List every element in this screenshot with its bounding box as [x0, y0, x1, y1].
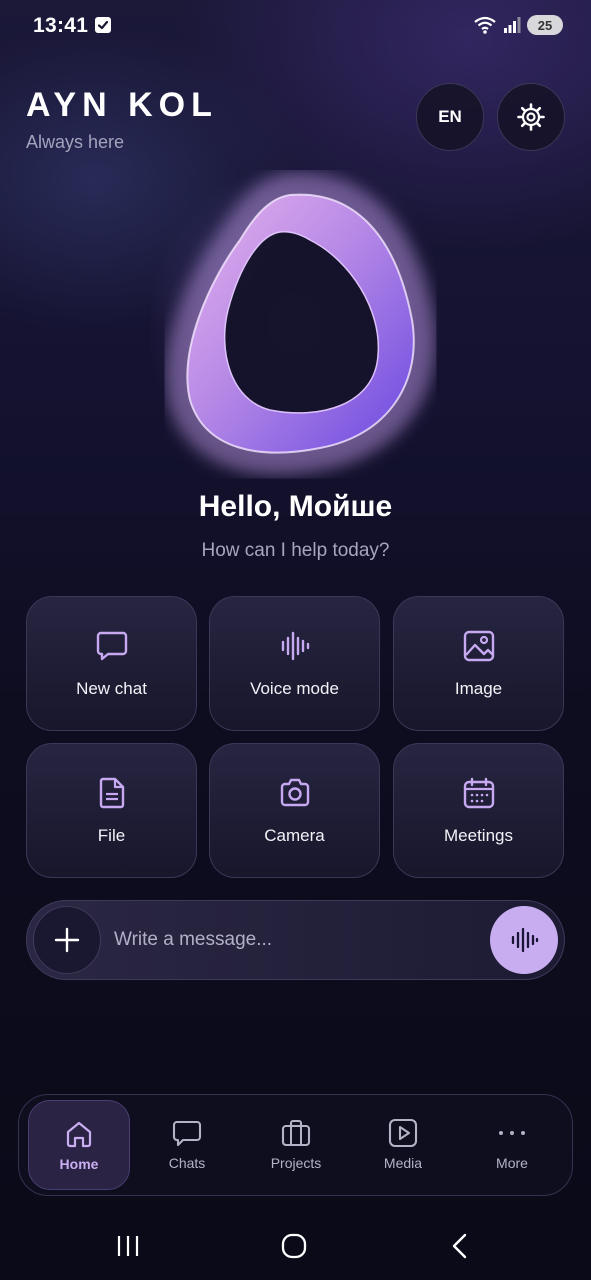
- nav-projects[interactable]: Projects: [245, 1100, 347, 1190]
- camera-button[interactable]: Camera: [209, 743, 380, 878]
- greeting-subtitle: How can I help today?: [201, 540, 390, 561]
- briefcase-icon: [281, 1119, 311, 1147]
- calendar-icon: [463, 777, 494, 809]
- attach-button[interactable]: [33, 906, 101, 974]
- wifi-icon: [474, 16, 496, 34]
- waveform-icon: [281, 631, 309, 661]
- assistant-orb: [150, 170, 440, 480]
- new-chat-button[interactable]: New chat: [26, 596, 197, 731]
- chat-bubble-icon: [96, 631, 127, 661]
- battery-indicator: 25: [527, 15, 563, 35]
- image-icon: [463, 630, 494, 662]
- gear-icon: [517, 103, 545, 131]
- home-icon: [66, 1121, 92, 1148]
- nav-more-label: More: [496, 1155, 528, 1171]
- nav-media-label: Media: [383, 1155, 423, 1171]
- app-subtitle: Always here: [26, 132, 125, 152]
- chat-bubble-icon: [172, 1120, 202, 1147]
- voice-mode-button[interactable]: Voice mode: [209, 596, 380, 731]
- file-button[interactable]: File: [26, 743, 197, 878]
- waveform-icon: [511, 927, 539, 953]
- nav-home-label: Home: [59, 1156, 99, 1172]
- settings-button[interactable]: [497, 83, 565, 151]
- nav-more[interactable]: More: [461, 1100, 563, 1190]
- status-time: 13:41: [33, 14, 89, 37]
- greeting-title: Hello, Мойше: [198, 490, 393, 523]
- back-icon[interactable]: [447, 1232, 473, 1260]
- nav-projects-label: Projects: [270, 1155, 322, 1171]
- file-label: File: [97, 826, 126, 845]
- plus-icon: [54, 927, 80, 953]
- message-input[interactable]: [114, 922, 474, 958]
- signal-icon: [504, 17, 521, 33]
- voice-mode-label: Voice mode: [250, 679, 339, 698]
- home-system-icon[interactable]: [280, 1232, 308, 1260]
- nav-home[interactable]: Home: [28, 1100, 130, 1190]
- app-title: AYN KOL: [26, 86, 218, 124]
- status-icons: 25: [473, 15, 563, 35]
- camera-icon: [280, 778, 309, 807]
- meetings-label: Meetings: [444, 826, 513, 845]
- play-icon: [388, 1118, 418, 1148]
- recent-apps-icon[interactable]: [115, 1233, 141, 1259]
- image-label: Image: [454, 679, 503, 698]
- image-button[interactable]: Image: [393, 596, 564, 731]
- language-label: EN: [438, 107, 462, 126]
- more-dots-icon: [499, 1131, 525, 1135]
- new-chat-label: New chat: [76, 679, 147, 698]
- nav-media[interactable]: Media: [352, 1100, 454, 1190]
- nav-chats[interactable]: Chats: [136, 1100, 238, 1190]
- notification-check-icon: [95, 17, 111, 33]
- system-navigation-bar: [0, 1215, 591, 1280]
- file-icon: [99, 777, 124, 809]
- camera-label: Camera: [264, 826, 325, 845]
- voice-input-button[interactable]: [490, 906, 558, 974]
- nav-chats-label: Chats: [168, 1155, 206, 1171]
- language-button[interactable]: EN: [416, 83, 484, 151]
- meetings-button[interactable]: Meetings: [393, 743, 564, 878]
